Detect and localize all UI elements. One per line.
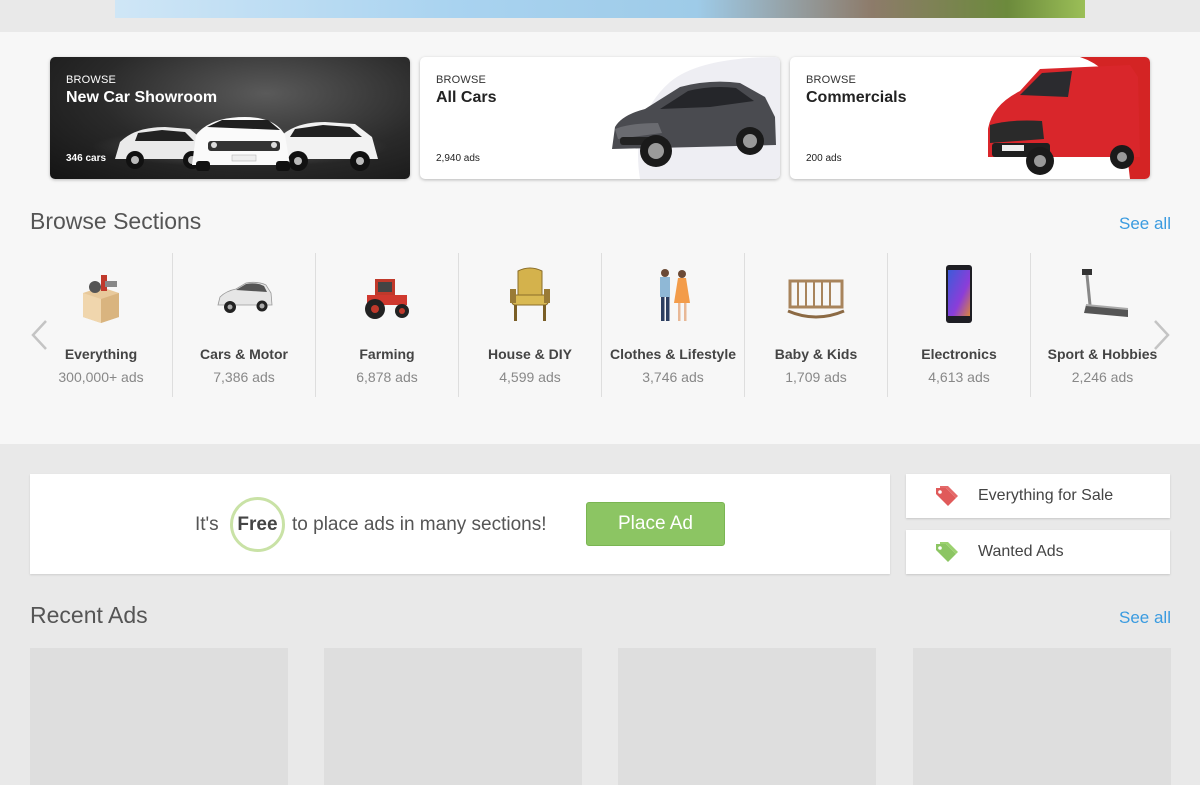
category-name: Farming (359, 346, 415, 362)
tag-icon (936, 486, 958, 506)
category-carousel: Everything 300,000+ ads Cars & Motor 7,3… (30, 253, 1172, 397)
category-count: 6,878 ads (356, 369, 418, 385)
category-count: 4,599 ads (499, 369, 561, 385)
category-name: Baby & Kids (774, 346, 858, 362)
promo-suffix: to place ads in many sections! (292, 514, 547, 535)
browse-area: BROWSE New Car Showroom 346 cars BROWSE … (0, 32, 1200, 444)
card-kicker: BROWSE (436, 74, 487, 86)
card-kicker: BROWSE (66, 74, 117, 86)
category-farming[interactable]: Farming 6,878 ads (316, 253, 459, 397)
phone-icon (946, 265, 972, 323)
crib-icon (787, 279, 845, 319)
recent-ad-placeholder[interactable] (618, 648, 876, 785)
side-link-label: Wanted Ads (978, 543, 1064, 560)
place-ad-banner: It's Free to place ads in many sections!… (30, 474, 890, 574)
category-count: 2,246 ads (1071, 369, 1134, 385)
armchair-icon (510, 267, 550, 321)
showroom-cars-image (115, 117, 378, 171)
card-kicker: BROWSE (806, 74, 857, 86)
promo-free: Free (237, 514, 278, 535)
recent-ads-title: Recent Ads (30, 602, 148, 628)
place-ad-button[interactable]: Place Ad (586, 502, 725, 546)
grey-car-image (612, 57, 780, 179)
card-all-cars[interactable]: BROWSE All Cars 2,940 ads (420, 57, 780, 179)
category-baby-kids[interactable]: Baby & Kids 1,709 ads (745, 253, 888, 397)
card-count: 2,940 ads (436, 153, 480, 164)
red-van-image (988, 57, 1150, 179)
card-new-car-showroom[interactable]: BROWSE New Car Showroom 346 cars (50, 57, 410, 179)
category-cars-motor[interactable]: Cars & Motor 7,386 ads (173, 253, 316, 397)
card-commercials[interactable]: BROWSE Commercials 200 ads (790, 57, 1150, 179)
category-count: 3,746 ads (642, 369, 704, 385)
category-name: Everything (64, 346, 138, 362)
card-count: 346 cars (66, 153, 107, 164)
category-house-diy[interactable]: House & DIY 4,599 ads (459, 253, 602, 397)
category-count: 7,386 ads (213, 369, 275, 385)
top-band (0, 0, 1200, 32)
category-name: House & DIY (487, 346, 572, 362)
category-count: 300,000+ ads (58, 369, 144, 385)
browse-see-all-link[interactable]: See all (1119, 214, 1171, 234)
promo-prefix: It's (195, 514, 219, 535)
category-clothes-lifestyle[interactable]: Clothes & Lifestyle 3,746 ads (602, 253, 745, 397)
recent-ad-placeholder[interactable] (324, 648, 582, 785)
card-title: Commercials (806, 89, 907, 106)
category-count: 1,709 ads (785, 369, 847, 385)
tractor-icon (365, 279, 409, 319)
card-title: All Cars (436, 89, 497, 106)
recent-ad-placeholder[interactable] (913, 648, 1171, 785)
category-count: 4,613 ads (928, 369, 990, 385)
tag-icon (936, 542, 958, 562)
banner-image[interactable] (115, 0, 1085, 18)
car-icon (217, 281, 273, 313)
category-everything[interactable]: Everything 300,000+ ads (30, 253, 173, 397)
card-title: New Car Showroom (66, 89, 218, 106)
treadmill-icon (1082, 269, 1129, 317)
category-name: Electronics (921, 346, 997, 362)
box-icon (83, 275, 119, 323)
recent-ad-placeholder[interactable] (30, 648, 288, 785)
everything-for-sale-link[interactable]: Everything for Sale (906, 474, 1170, 518)
browse-sections-title: Browse Sections (30, 208, 202, 234)
card-count: 200 ads (806, 153, 842, 164)
category-electronics[interactable]: Electronics 4,613 ads (888, 253, 1031, 397)
side-link-label: Everything for Sale (978, 487, 1114, 504)
people-icon (660, 269, 690, 321)
carousel-prev-arrow[interactable] (28, 317, 50, 353)
recent-see-all-link[interactable]: See all (1119, 608, 1171, 628)
category-name: Cars & Motor (200, 346, 288, 362)
category-name: Clothes & Lifestyle (609, 346, 737, 362)
wanted-ads-link[interactable]: Wanted Ads (906, 530, 1170, 574)
carousel-next-arrow[interactable] (1151, 317, 1173, 353)
